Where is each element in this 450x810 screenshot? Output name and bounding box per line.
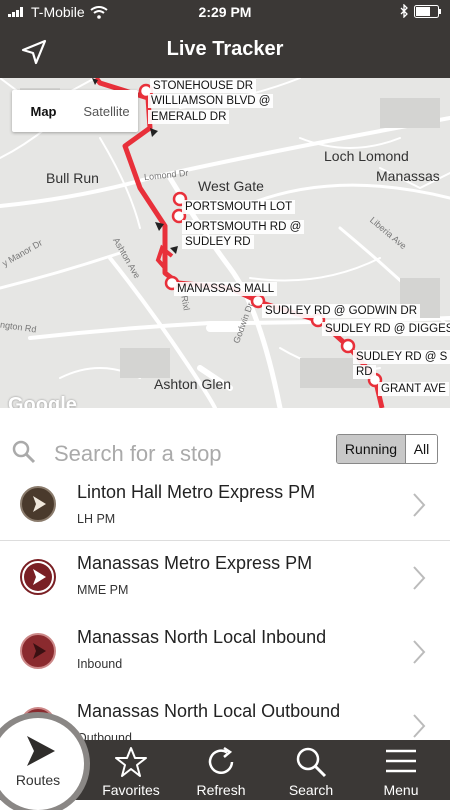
page-title: Live Tracker <box>166 38 284 60</box>
running-filter-toggle: Running All <box>336 434 438 464</box>
status-icons <box>400 4 442 18</box>
list-item[interactable]: Manassas Metro Express PM MME PM <box>0 541 450 616</box>
stop-label[interactable]: STONEHOUSE DR <box>150 79 257 93</box>
play-arrow-icon <box>27 736 55 766</box>
tab-label: Favorites <box>102 782 160 798</box>
stop-label[interactable]: MANASSAS MALL <box>174 282 278 296</box>
route-code: MME PM <box>77 583 129 597</box>
route-name: Manassas Metro Express PM <box>77 553 313 573</box>
tab-menu[interactable]: Menu <box>362 740 440 800</box>
menu-icon <box>386 749 416 773</box>
route-name: Manassas North Local Inbound <box>77 627 327 647</box>
tab-label: Refresh <box>196 782 246 798</box>
stop-label[interactable]: SUDLEY RD @ S <box>353 350 450 364</box>
tab-label: Routes <box>15 772 61 788</box>
list-item[interactable]: Linton Hall Metro Express PM LH PM <box>0 484 450 541</box>
stop-label[interactable]: RD <box>353 365 376 379</box>
place-label: Manassas <box>376 168 440 184</box>
search-icon <box>296 747 327 778</box>
satellite-view-button[interactable]: Satellite <box>75 90 138 132</box>
running-filter-button[interactable]: Running <box>337 435 406 463</box>
route-name: Linton Hall Metro Express PM <box>77 484 316 502</box>
tab-label: Search <box>288 782 334 798</box>
refresh-icon <box>208 746 234 774</box>
route-code: Outbound <box>77 731 132 740</box>
route-name: Manassas North Local Outbound <box>77 701 341 721</box>
status-bar: T-Mobile 2:29 PM <box>0 0 450 26</box>
battery-icon <box>414 4 441 18</box>
tab-favorites[interactable]: Favorites <box>92 740 170 800</box>
stop-label[interactable]: GRANT AVE <box>378 382 449 396</box>
tab-label: Menu <box>383 782 419 798</box>
route-code: Inbound <box>77 657 123 671</box>
stop-label[interactable]: WILLIAMSON BLVD @ <box>148 94 274 108</box>
chevron-right-icon <box>413 493 426 517</box>
route-icon <box>20 633 56 669</box>
list-item[interactable]: Manassas North Local Inbound Inbound <box>0 615 450 690</box>
all-filter-button[interactable]: All <box>406 435 437 463</box>
route-code: LH PM <box>77 512 116 526</box>
route-icon <box>20 559 56 595</box>
stop-label[interactable]: SUDLEY RD @ GODWIN DR <box>262 304 421 318</box>
tab-search[interactable]: Search <box>272 740 350 800</box>
route-list: Linton Hall Metro Express PM LH PM Manas… <box>0 484 450 740</box>
map-type-toggle: Map Satellite <box>12 90 138 132</box>
chevron-right-icon <box>413 566 426 590</box>
clock: 2:29 PM <box>198 4 252 20</box>
stop-label[interactable]: SUDLEY RD @ DIGGES <box>322 322 450 336</box>
star-icon <box>115 747 147 777</box>
stop-search-input[interactable] <box>52 438 326 470</box>
google-attribution: Google <box>8 394 77 408</box>
stop-label[interactable]: SUDLEY RD <box>182 235 254 249</box>
tab-refresh[interactable]: Refresh <box>182 740 260 800</box>
stop-label[interactable]: PORTSMOUTH RD @ <box>182 220 305 234</box>
place-label: West Gate <box>198 178 264 194</box>
place-label: Loch Lomond <box>324 148 409 164</box>
search-icon <box>12 440 36 464</box>
place-label: Bull Run <box>46 170 99 186</box>
stop-label[interactable]: PORTSMOUTH LOT <box>182 200 296 214</box>
bluetooth-icon <box>400 4 408 18</box>
route-icon <box>20 486 56 522</box>
nav-bar: Live Tracker <box>0 26 450 78</box>
stop-label[interactable]: EMERALD DR <box>148 110 230 124</box>
chevron-right-icon <box>413 640 426 664</box>
place-label: Ashton Glen <box>154 376 232 392</box>
route-map[interactable]: Map Satellite Loch Lomond Manassas Bull … <box>0 78 450 408</box>
chevron-right-icon <box>413 714 426 738</box>
search-bar: Running All <box>0 408 450 485</box>
map-view-button[interactable]: Map <box>12 90 75 132</box>
